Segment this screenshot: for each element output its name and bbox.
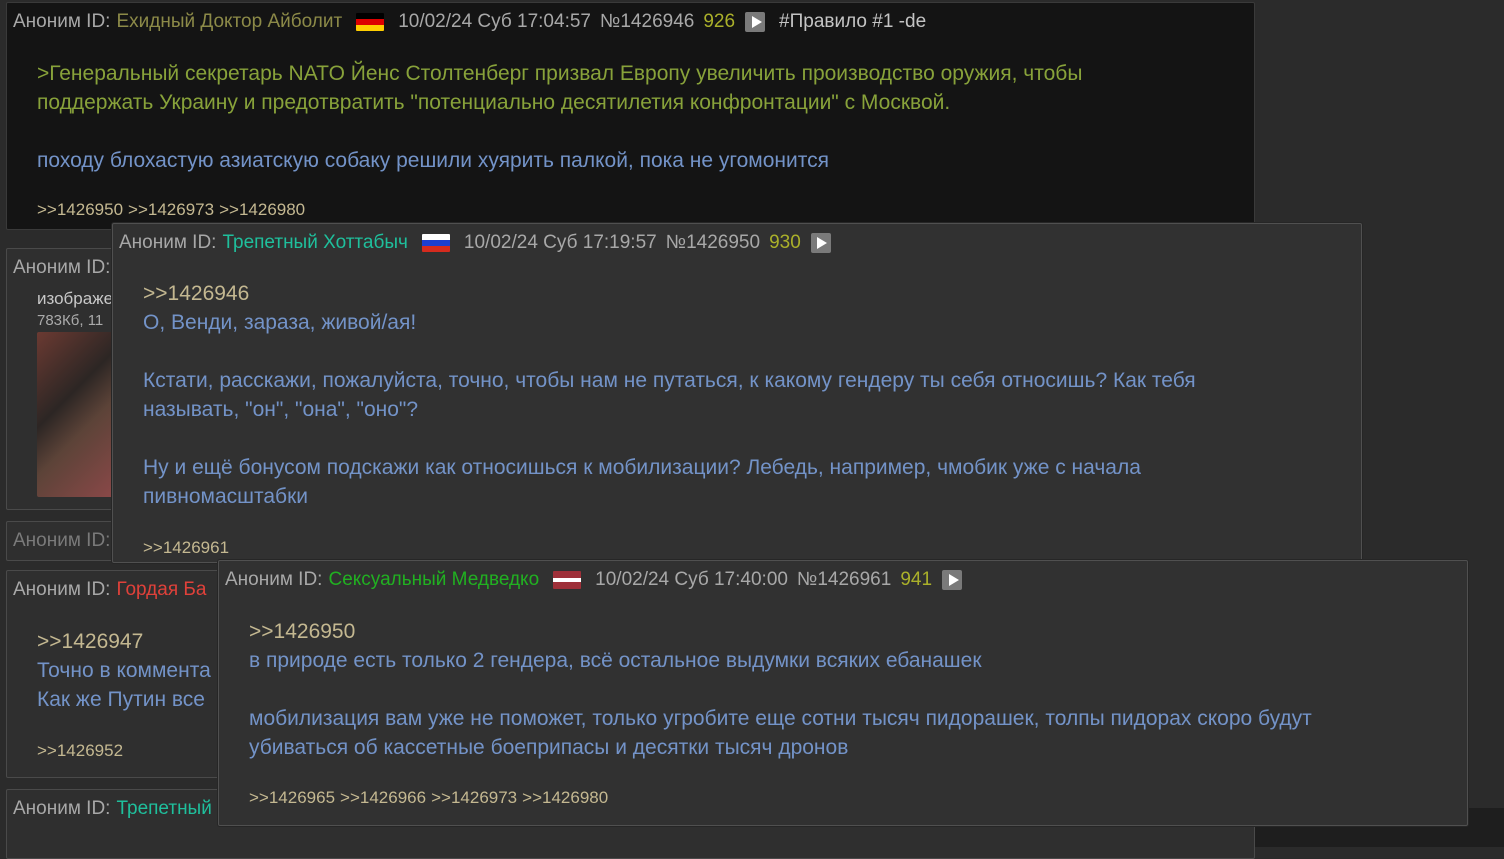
anon-label: Аноним ID: <box>13 257 111 278</box>
reply-preview-post: Аноним ID: Сексуальный Медведко 10/02/24… <box>218 560 1468 826</box>
post-text: мобилизация вам уже не поможет, только у… <box>249 707 1312 730</box>
replies-list: >>1426961 <box>143 538 234 558</box>
post-text: убиваться об кассетные боеприпасы и деся… <box>249 736 849 759</box>
latvia-flag-icon <box>553 571 582 589</box>
post-text: называть, "он", "она", "оно"? <box>143 398 419 421</box>
post-header: Аноним ID: Трепетный <box>13 798 212 820</box>
post-thumbnail[interactable] <box>37 332 113 497</box>
post-header: Аноним ID: Ехидный Доктор Айболит 10/02/… <box>13 11 926 33</box>
post-text: в природе есть только 2 гендера, всё ост… <box>249 649 982 672</box>
post-text: Кстати, расскажи, пожалуйста, точно, что… <box>143 369 1196 392</box>
post-header: Аноним ID: Трепетный Хоттабыч 10/02/24 С… <box>119 232 845 254</box>
russia-flag-icon <box>421 234 450 252</box>
post-body: >Генеральный секретарь NATO Йенс Столтен… <box>37 59 1234 175</box>
anon-label: Аноним ID: <box>13 798 111 819</box>
quote-line: поддержать Украину и предотвратить "поте… <box>37 91 951 114</box>
post-header: Аноним ID: <box>13 530 110 552</box>
post-header: Аноним ID: Гордая Ба <box>13 579 206 601</box>
post-number[interactable]: №1426961 <box>797 569 891 591</box>
reply-link[interactable]: >>1426966 <box>340 788 426 807</box>
post-date: 10/02/24 Суб 17:04:57 <box>398 11 591 32</box>
op-post: Аноним ID: Ехидный Доктор Айболит 10/02/… <box>6 2 1255 230</box>
play-icon[interactable] <box>810 233 831 253</box>
play-icon[interactable] <box>745 12 766 32</box>
germany-flag-icon <box>356 13 385 31</box>
file-info: 783Кб, 11 <box>37 312 104 329</box>
reply-link[interactable]: >>1426973 <box>431 788 517 807</box>
reply-link[interactable]: >>1426950 <box>249 617 1447 646</box>
poster-id: Гордая Ба <box>116 579 207 600</box>
post-tag: #Правило #1 -de <box>779 11 927 32</box>
anon-label: Аноним ID: <box>13 530 111 551</box>
post-header: Аноним ID: <box>13 257 110 279</box>
replies-list: >>1426950 >>1426973 >>1426980 <box>37 200 310 220</box>
post-date: 10/02/24 Суб 17:40:00 <box>595 569 788 590</box>
anon-label: Аноним ID: <box>13 11 111 32</box>
reply-link[interactable]: >>1426961 <box>143 538 229 557</box>
reply-link[interactable]: >>1426946 <box>143 279 1341 308</box>
reply-link[interactable]: >>1426950 <box>37 200 123 219</box>
post-count: 926 <box>703 11 736 32</box>
reply-link[interactable]: >>1426952 <box>37 741 123 760</box>
post-text: пивномасштабки <box>143 485 309 508</box>
anon-label: Аноним ID: <box>13 579 111 600</box>
reply-link[interactable]: >>1426973 <box>128 200 214 219</box>
post-body: >>1426950 в природе есть только 2 гендер… <box>249 617 1447 762</box>
reply-link[interactable]: >>1426980 <box>522 788 608 807</box>
anon-label: Аноним ID: <box>119 232 217 253</box>
poster-id: Трепетный <box>116 798 212 819</box>
poster-id: Ехидный Доктор Айболит <box>116 11 343 32</box>
post-count: 930 <box>769 232 801 253</box>
poster-id: Сексуальный Медведко <box>328 569 540 590</box>
poster-id: Трепетный Хоттабыч <box>222 232 408 253</box>
file-name[interactable]: изображе <box>37 289 113 309</box>
post-header: Аноним ID: Сексуальный Медведко 10/02/24… <box>225 569 976 591</box>
reply-link[interactable]: >>1426980 <box>219 200 305 219</box>
post-date: 10/02/24 Суб 17:19:57 <box>463 232 657 253</box>
post-count: 941 <box>900 569 933 590</box>
post-body: >>1426946 О, Венди, зараза, живой/ая! Кс… <box>143 279 1341 511</box>
play-icon[interactable] <box>942 570 963 590</box>
quote-line: >Генеральный секретарь NATO Йенс Столтен… <box>37 62 1083 85</box>
anon-label: Аноним ID: <box>225 569 323 590</box>
reply-link[interactable]: >>1426965 <box>249 788 335 807</box>
post-text: походу блохастую азиатскую собаку решили… <box>37 149 829 172</box>
post-text: Ну и ещё бонусом подскажи как относишься… <box>143 456 1141 479</box>
reply-preview-post: Аноним ID: Трепетный Хоттабыч 10/02/24 С… <box>112 223 1362 563</box>
post-text: О, Венди, зараза, живой/ая! <box>143 311 417 334</box>
post-number[interactable]: №1426946 <box>600 11 694 33</box>
replies-list: >>1426952 <box>37 741 128 761</box>
post-number[interactable]: №1426950 <box>666 232 760 254</box>
replies-list: >>1426965 >>1426966 >>1426973 >>1426980 <box>249 788 613 808</box>
